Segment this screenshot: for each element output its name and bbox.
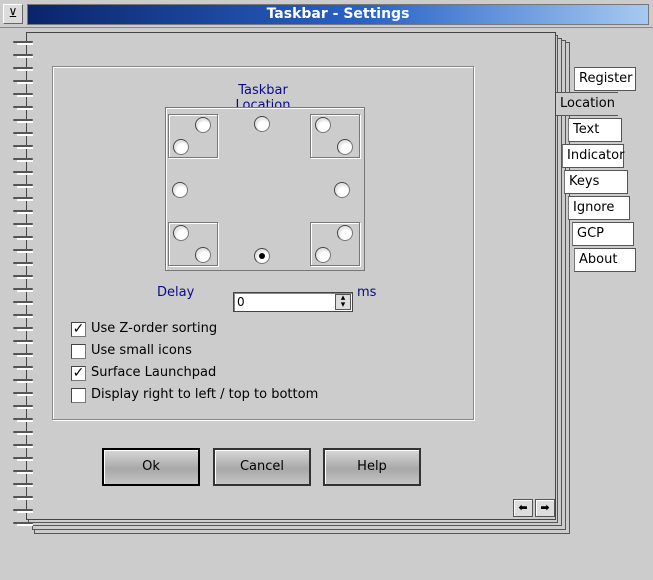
title-fill[interactable]: Taskbar - Settings — [27, 4, 649, 25]
binding-ring — [13, 80, 33, 86]
delay-label: Delay — [157, 285, 195, 300]
binding-ring — [13, 106, 33, 112]
right-to-left-label: Display right to left / top to bottom — [91, 387, 319, 402]
small-icons-label: Use small icons — [91, 343, 192, 358]
radio-top-left-vertical[interactable] — [173, 139, 189, 155]
radio-bottom-left-horizontal[interactable] — [195, 247, 211, 263]
ok-button[interactable]: Ok — [102, 448, 200, 486]
binding-ring — [13, 444, 33, 450]
cancel-button[interactable]: Cancel — [213, 448, 311, 486]
surface-launchpad-label: Surface Launchpad — [91, 365, 217, 380]
binding-ring — [13, 522, 33, 528]
binding-ring — [13, 418, 33, 424]
tab-gcp[interactable]: GCP — [572, 222, 634, 246]
radio-top-center[interactable] — [254, 116, 270, 132]
corner-bottom-right — [310, 222, 360, 266]
tab-text[interactable]: Text — [568, 118, 622, 142]
tab-about[interactable]: About — [574, 248, 636, 272]
binding-ring — [13, 93, 33, 99]
binding-ring — [13, 314, 33, 320]
delay-value: 0 — [237, 295, 245, 309]
binding-ring — [13, 327, 33, 333]
binding-ring — [13, 119, 33, 125]
binding-ring — [13, 67, 33, 73]
help-button[interactable]: Help — [323, 448, 421, 486]
tab-keys[interactable]: Keys — [564, 170, 628, 194]
binding-ring — [13, 132, 33, 138]
binding-ring — [13, 223, 33, 229]
corner-top-right — [310, 114, 360, 158]
radio-bottom-right-vertical[interactable] — [337, 225, 353, 241]
binding-ring — [13, 509, 33, 515]
radio-bottom-center[interactable] — [254, 248, 270, 264]
binding-ring — [13, 275, 33, 281]
binding-ring — [13, 171, 33, 177]
binding-ring — [13, 340, 33, 346]
binding-ring — [13, 249, 33, 255]
binding-ring — [13, 262, 33, 268]
binding-ring — [13, 184, 33, 190]
radio-top-right-horizontal[interactable] — [315, 117, 331, 133]
binding-ring — [13, 288, 33, 294]
location-group: Taskbar Location Delay 0 ▴ ▾ ms ✓ Use Z-o… — [52, 66, 474, 420]
previous-page-icon[interactable]: ⬅ — [513, 499, 533, 517]
radio-top-left-horizontal[interactable] — [195, 117, 211, 133]
tab-register[interactable]: Register — [574, 67, 636, 91]
radio-middle-left[interactable] — [172, 182, 188, 198]
binding-ring — [13, 483, 33, 489]
radio-top-right-vertical[interactable] — [337, 139, 353, 155]
small-icons-checkbox[interactable] — [71, 344, 86, 359]
location-grid — [165, 107, 365, 271]
binding-ring — [13, 145, 33, 151]
tab-indicator[interactable]: Indicator — [562, 144, 624, 168]
delay-spin-button[interactable]: ▴ ▾ — [335, 294, 351, 310]
radio-bottom-left-vertical[interactable] — [173, 225, 189, 241]
binding-ring — [13, 470, 33, 476]
binding-ring — [13, 496, 33, 502]
binding-ring — [13, 197, 33, 203]
tab-location[interactable]: Location — [556, 92, 618, 116]
right-to-left-checkbox[interactable] — [71, 388, 86, 403]
radio-middle-right[interactable] — [334, 182, 350, 198]
binding-ring — [13, 236, 33, 242]
binding-ring — [13, 210, 33, 216]
binding-ring — [13, 41, 33, 47]
binding-ring — [13, 353, 33, 359]
corner-bottom-left — [168, 222, 218, 266]
binding-ring — [13, 301, 33, 307]
next-page-icon[interactable]: ➡ — [535, 499, 555, 517]
title-bar[interactable]: ⊻ Taskbar - Settings — [0, 0, 653, 28]
z-order-checkbox[interactable]: ✓ — [71, 322, 86, 337]
binding-ring — [13, 457, 33, 463]
window-title: Taskbar - Settings — [266, 6, 410, 22]
binding-ring — [13, 392, 33, 398]
surface-launchpad-checkbox[interactable]: ✓ — [71, 366, 86, 381]
tab-ignore[interactable]: Ignore — [568, 196, 630, 220]
binding-ring — [13, 366, 33, 372]
binding-ring — [13, 54, 33, 60]
binding-ring — [13, 158, 33, 164]
system-menu-icon[interactable]: ⊻ — [3, 4, 23, 24]
delay-unit-label: ms — [357, 285, 377, 300]
z-order-label: Use Z-order sorting — [91, 321, 218, 336]
radio-bottom-right-horizontal[interactable] — [315, 247, 331, 263]
binding-ring — [13, 379, 33, 385]
binding-ring — [13, 405, 33, 411]
delay-input[interactable]: 0 ▴ ▾ — [233, 292, 353, 312]
corner-top-left — [168, 114, 218, 158]
binding-ring — [13, 431, 33, 437]
